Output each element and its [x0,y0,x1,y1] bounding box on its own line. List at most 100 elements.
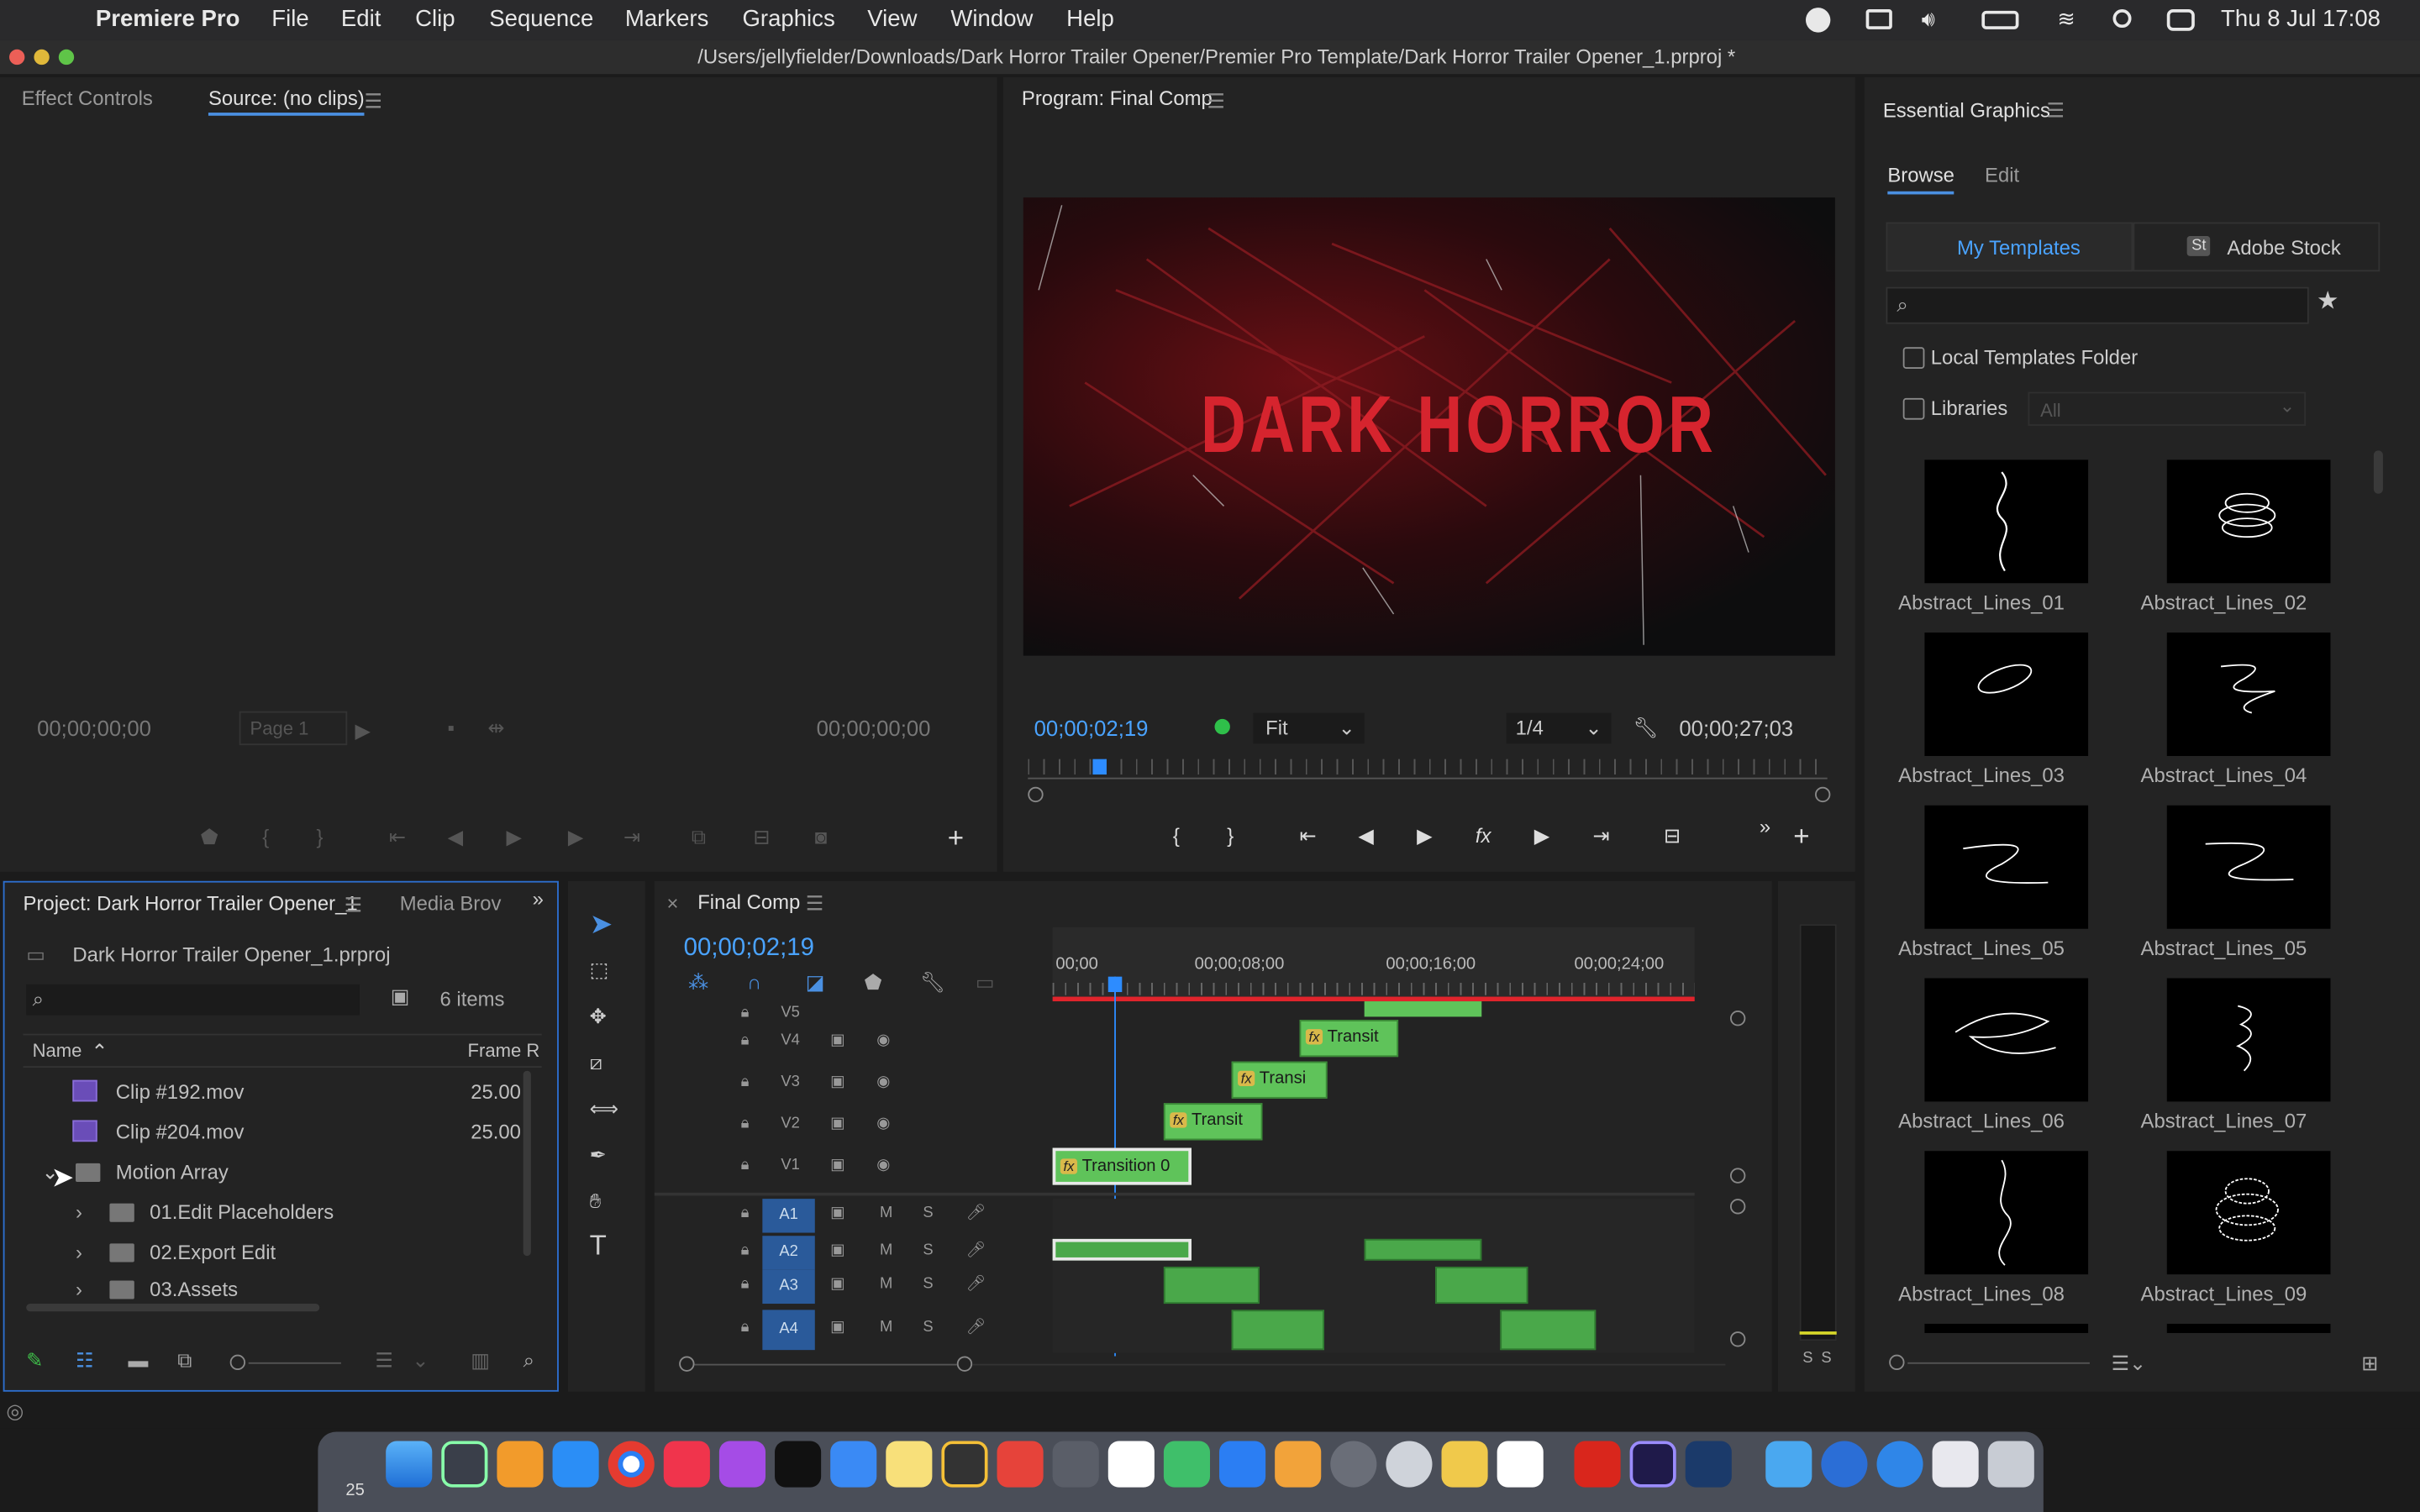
vertical-scroll-handle[interactable] [1729,1331,1746,1347]
play-icon[interactable]: ▶ [1417,824,1432,848]
libraries-checkbox[interactable] [1902,397,1925,420]
files-icon[interactable] [1932,1441,1979,1488]
tab-edit[interactable]: Edit [1985,164,2019,187]
chevron-right-icon[interactable]: › [76,1200,82,1225]
razor-tool-icon[interactable]: ⧄ [590,1051,602,1075]
automate-icon[interactable]: ▥ [471,1348,490,1373]
books-icon[interactable] [497,1441,544,1488]
lock-icon[interactable]: 🔒︎ [741,1319,750,1336]
tab-browse[interactable]: Browse [1887,164,1954,195]
track-label-v3[interactable]: V3 [781,1074,799,1090]
premiere-pro-icon[interactable] [1629,1441,1676,1488]
list-item[interactable]: › 02.Export Edit [24,1234,533,1271]
chevron-right-icon[interactable]: › [76,1278,82,1302]
more-icon[interactable]: » [1760,815,1770,839]
project-search-input[interactable]: ⌕ [26,984,360,1016]
list-item[interactable]: › 03.Assets [24,1274,533,1305]
column-frame-rate[interactable]: Frame R [468,1040,540,1062]
mark-out-icon[interactable]: } [317,826,324,850]
template-search-input[interactable]: ⌕ [1886,286,2309,324]
template-thumbnail[interactable] [2166,633,2331,757]
lock-icon[interactable]: 🔒︎ [741,1242,750,1259]
vertical-scroll-handle[interactable] [1729,1199,1746,1215]
menu-sequence[interactable]: Sequence [489,6,593,32]
marker-icon[interactable]: ⬟ [201,826,218,850]
mic-icon[interactable]: 🎤︎ [966,1242,986,1259]
templates-scrollbar[interactable] [2373,450,2383,494]
eye-icon[interactable]: ◉ [876,1032,890,1049]
pages-icon[interactable] [1275,1441,1322,1488]
vertical-scroll-handle[interactable] [1729,1168,1746,1184]
list-view-icon[interactable]: ☷ [76,1348,93,1373]
vertical-scroll-handle[interactable] [1729,1011,1746,1026]
trash-icon[interactable] [1987,1441,2034,1488]
wrench-icon[interactable]: 🔧︎ [1633,716,1658,740]
zoom-window-button[interactable] [58,49,75,66]
template-thumbnail[interactable] [2166,978,2331,1102]
tab-source[interactable]: Source: (no clips) [208,87,365,116]
apple-tv-icon[interactable] [775,1441,822,1488]
my-templates-button[interactable]: My Templates [1886,222,2133,272]
mute-button[interactable]: M [880,1242,892,1259]
film-icon[interactable]: ▣ [830,1205,844,1221]
track-label-v1[interactable]: V1 [781,1158,799,1174]
linked-selection-icon[interactable]: ◪ [806,970,825,995]
mark-in-icon[interactable]: { [1173,824,1180,848]
sort-ascending-icon[interactable]: ⌃ [91,1040,108,1064]
slip-tool-icon[interactable]: ⟺ [590,1097,618,1121]
lock-icon[interactable]: 🔒︎ [741,1032,750,1049]
film-icon[interactable]: ▣ [830,1319,844,1336]
step-back-icon[interactable]: ◀ [1358,824,1373,848]
menu-markers[interactable]: Markers [625,6,708,32]
spotlight-icon[interactable] [2112,9,2132,29]
app-store-icon[interactable] [552,1441,599,1488]
tab-project[interactable]: Project: Dark Horror Trailer Opener_1 [24,892,358,916]
film-icon[interactable]: ▣ [830,1074,844,1090]
battery-icon[interactable] [1981,10,2019,29]
go-to-in-icon[interactable]: ⇤ [389,826,406,850]
template-thumbnail[interactable] [2166,1151,2331,1275]
hand-tool-icon[interactable]: ✋︎ [590,1189,602,1214]
mic-icon[interactable]: 🎤︎ [966,1205,986,1221]
menu-view[interactable]: View [867,6,917,32]
list-item[interactable]: › 01.Edit Placeholders [24,1194,533,1231]
type-tool-icon[interactable]: T [590,1231,607,1259]
captions-icon[interactable]: ▭ [976,970,995,995]
film-icon[interactable]: ▣ [830,1032,844,1049]
clock[interactable]: Thu 8 Jul 17:08 [2221,6,2381,32]
timeline-clip[interactable]: fx Transi [1231,1061,1328,1099]
keyboard-icon[interactable] [1865,9,1892,29]
track-label-v2[interactable]: V2 [781,1116,799,1132]
snap-icon[interactable]: ∩ [747,970,761,995]
mute-button[interactable]: M [880,1319,892,1336]
menu-clip[interactable]: Clip [415,6,455,32]
menu-file[interactable]: File [271,6,308,32]
step-back-icon[interactable]: ◀ [448,826,463,850]
timeline-ruler[interactable]: 00;00 00;00;08;00 00;00;16;00 00;00;24;0… [1052,927,1695,1002]
playhead-icon[interactable] [1092,759,1107,775]
minimize-window-button[interactable] [34,49,50,66]
ripple-edit-tool-icon[interactable]: ✥ [590,1005,607,1029]
quicktime-icon[interactable] [1685,1441,1732,1488]
go-to-out-icon[interactable]: ⇥ [623,826,640,850]
sort-icon[interactable]: ☰⌄ [2112,1352,2146,1376]
add-button-icon[interactable]: + [1793,822,1809,850]
template-thumbnail[interactable] [1924,633,2089,757]
lock-icon[interactable]: 🔒︎ [741,1005,750,1021]
timeline-horizontal-scrollbar[interactable] [676,1353,1726,1375]
tab-effect-controls[interactable]: Effect Controls [22,87,153,110]
template-thumbnail[interactable] [1924,1151,2089,1275]
audio-clip[interactable] [1435,1266,1528,1305]
music-icon[interactable] [663,1441,710,1488]
globe-alt-icon[interactable] [1876,1441,1923,1488]
audio-clip[interactable] [1500,1310,1597,1351]
chrome-icon[interactable] [608,1441,655,1488]
eye-icon[interactable]: ◉ [876,1074,890,1090]
solo-button[interactable]: S [923,1276,933,1293]
program-timecode[interactable]: 00;00;02;19 [1034,716,1149,740]
page-next-icon[interactable]: ▶ [355,719,370,743]
help-app-icon[interactable] [1052,1441,1099,1488]
lock-icon[interactable]: 🔒︎ [741,1276,750,1293]
program-menu-icon[interactable]: ☰ [1207,90,1224,114]
freeform-view-icon[interactable]: ⧉ [177,1348,192,1373]
